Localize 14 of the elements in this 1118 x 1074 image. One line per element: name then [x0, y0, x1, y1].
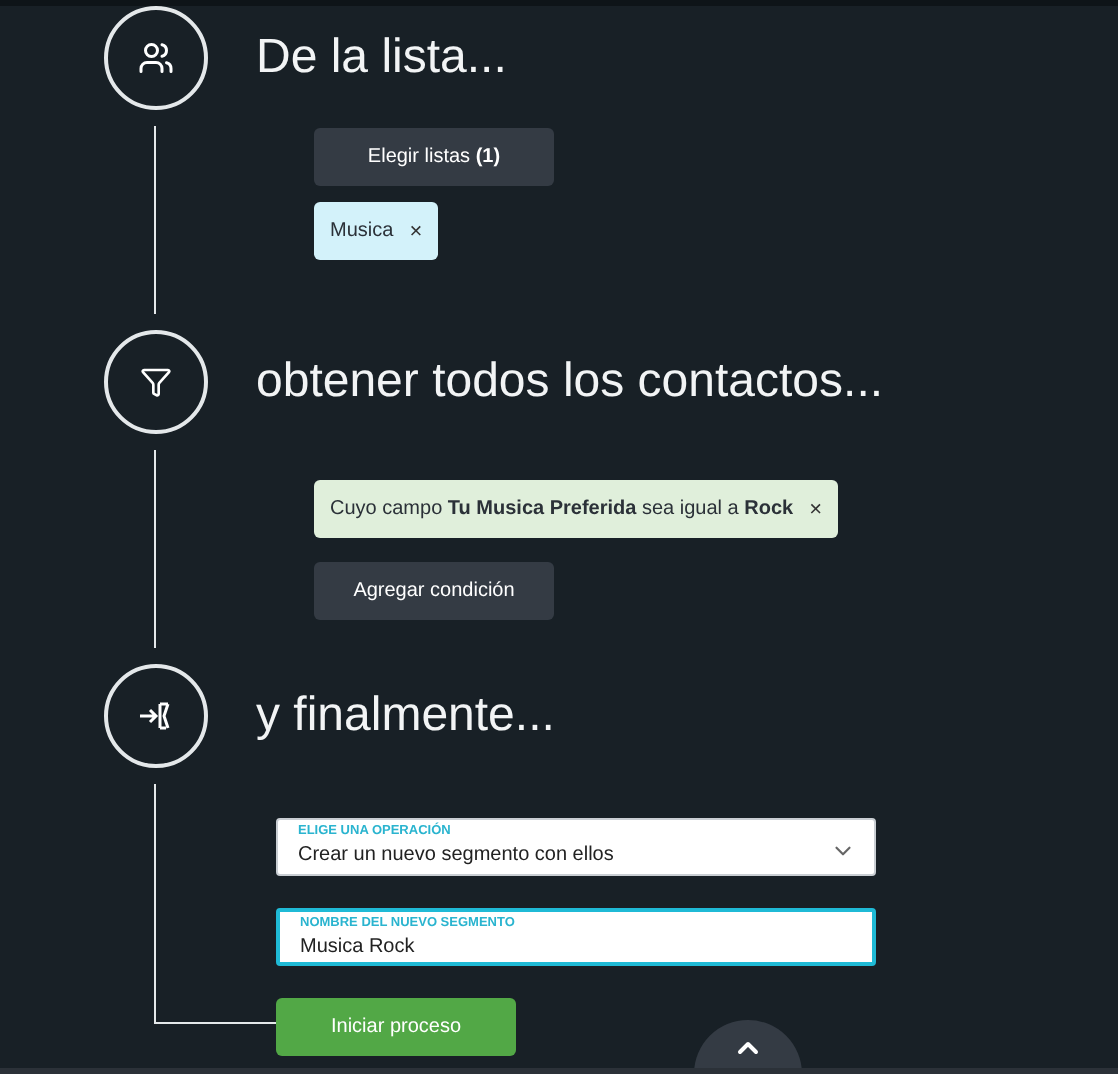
- remove-button[interactable]: ×: [809, 497, 823, 521]
- input-value: Musica Rock: [300, 934, 415, 962]
- condition-text: Cuyo campo Tu Musica Preferida sea igual a Rock: [330, 498, 794, 520]
- chip-label: Musica: [330, 220, 394, 242]
- choose-lists-button[interactable]: Elegir listas (1): [314, 128, 554, 186]
- add-condition-button[interactable]: Agregar condición: [314, 562, 554, 620]
- step-title: obtener todos los contactos...: [256, 354, 884, 410]
- step-title: y finalmente...: [256, 688, 555, 744]
- remove-button[interactable]: ×: [409, 219, 423, 243]
- bracket-arrow-icon: [138, 698, 174, 734]
- filter-icon: [140, 366, 172, 398]
- users-icon: [138, 40, 174, 76]
- step-title: De la lista...: [256, 30, 507, 86]
- select-value: Crear un nuevo segmento con ellos: [298, 842, 614, 870]
